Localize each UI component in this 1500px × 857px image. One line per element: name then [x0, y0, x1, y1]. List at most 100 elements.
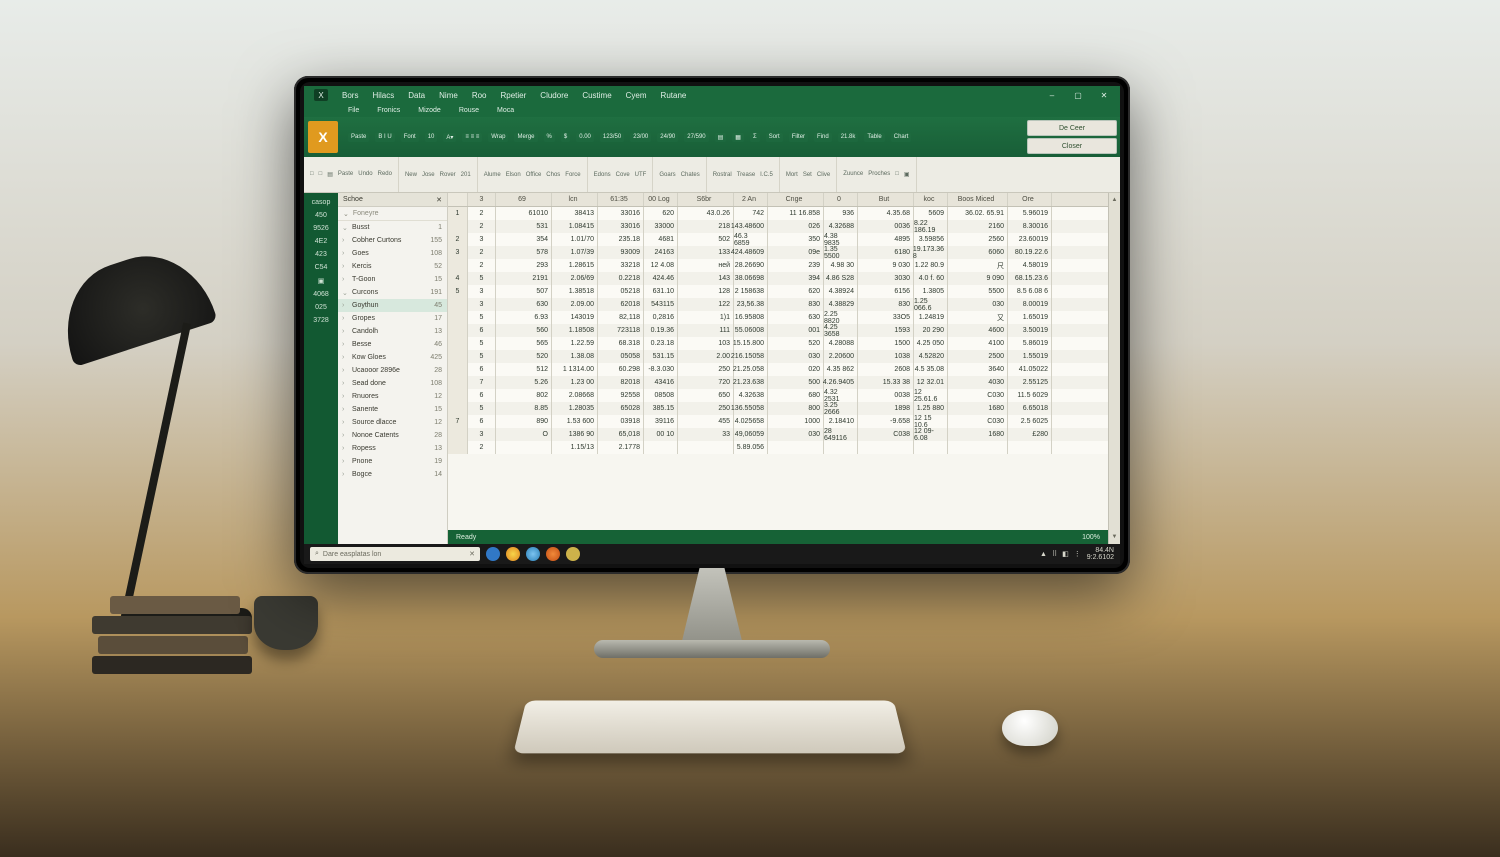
cell[interactable]: 11.5 6029: [1008, 389, 1052, 402]
ribbon-command[interactable]: Jose: [422, 172, 435, 178]
row-number[interactable]: 5: [448, 285, 468, 298]
cell[interactable]: 2.06/69: [552, 272, 598, 285]
ribbon-command[interactable]: I.C.5: [760, 172, 773, 178]
nav-item[interactable]: Sead done108: [338, 377, 447, 390]
cell[interactable]: 2: [468, 207, 496, 220]
cell[interactable]: 5: [468, 311, 496, 324]
titlebar-tab[interactable]: Hilacs: [372, 91, 394, 100]
maximize-button[interactable]: ▢: [1072, 89, 1084, 101]
cell[interactable]: 05218: [598, 285, 644, 298]
cell[interactable]: 2.18410: [824, 415, 858, 428]
cell[interactable]: 19.173.36 8: [914, 246, 948, 259]
cell[interactable]: 28.26690: [734, 259, 768, 272]
table-row[interactable]: 535071.3851805218631.101282 1586386204.3…: [448, 285, 1108, 298]
ribbon-command[interactable]: Merge: [514, 133, 537, 142]
nav-item[interactable]: Bogce14: [338, 468, 447, 481]
cell[interactable]: 16.95808: [734, 311, 768, 324]
cell[interactable]: -9.658: [858, 415, 914, 428]
titlebar-tab[interactable]: Rutane: [661, 91, 687, 100]
row-number[interactable]: 4: [448, 272, 468, 285]
table-row[interactable]: 55651.22.5968.3180.23.1810315.15.8005204…: [448, 337, 1108, 350]
ribbon-command[interactable]: Rover: [440, 172, 456, 178]
cell[interactable]: 5: [468, 272, 496, 285]
cell[interactable]: 2: [468, 259, 496, 272]
cell[interactable]: 520: [496, 350, 552, 363]
cell[interactable]: 21.25.058: [734, 363, 768, 376]
table-row[interactable]: 768901.53 60003918391164554.02565810002.…: [448, 415, 1108, 428]
cell[interactable]: 143019: [552, 311, 598, 324]
cell[interactable]: 24163: [644, 246, 678, 259]
cell[interactable]: 026: [768, 220, 824, 233]
cell[interactable]: 3: [468, 428, 496, 441]
ribbon-command[interactable]: Office: [526, 172, 542, 178]
taskbar-search[interactable]: ⌕ Dare easplatas lon ✕: [310, 547, 480, 561]
cell[interactable]: 2.25 8820: [824, 311, 858, 324]
cell[interactable]: 55.06008: [734, 324, 768, 337]
cell[interactable]: 4600: [948, 324, 1008, 337]
close-button[interactable]: ✕: [1098, 89, 1110, 101]
ribbon-command[interactable]: 201: [461, 172, 471, 178]
cell[interactable]: 28 649116: [824, 428, 858, 441]
nav-item[interactable]: T-Goon15: [338, 273, 447, 286]
cell[interactable]: 4895: [858, 233, 914, 246]
left-rail-item[interactable]: ▣: [318, 277, 325, 285]
cell[interactable]: 09e: [768, 246, 824, 259]
ribbon-tab[interactable]: Mizode: [418, 107, 441, 114]
cell[interactable]: 8.22 186.19: [914, 220, 948, 233]
cell[interactable]: 39116: [644, 415, 678, 428]
cell[interactable]: 4.25 3658: [824, 324, 858, 337]
table-row[interactable]: 25311.084153301633000218143.486000264.32…: [448, 220, 1108, 233]
cell[interactable]: 520: [768, 337, 824, 350]
taskbar-clock[interactable]: 84.4N 9:2.6102: [1087, 547, 1114, 561]
cell[interactable]: 46.3 6859: [734, 233, 768, 246]
cell[interactable]: 49,06059: [734, 428, 768, 441]
cell[interactable]: 23,56.38: [734, 298, 768, 311]
cell[interactable]: 2: [468, 441, 496, 454]
cell[interactable]: 08508: [644, 389, 678, 402]
cell[interactable]: 15.15.800: [734, 337, 768, 350]
cell[interactable]: 030: [768, 350, 824, 363]
cell[interactable]: 尺: [948, 259, 1008, 272]
nav-item[interactable]: Rnuores12: [338, 390, 447, 403]
cell[interactable]: 0036: [858, 220, 914, 233]
left-rail-item[interactable]: 450: [315, 212, 327, 219]
ribbon-command[interactable]: 21.8k: [838, 133, 859, 142]
cell[interactable]: 2.1778: [598, 441, 644, 454]
cell[interactable]: 742: [734, 207, 768, 220]
cell[interactable]: 2: [468, 220, 496, 233]
cell[interactable]: 394: [768, 272, 824, 285]
ribbon-command[interactable]: 123/50: [600, 133, 624, 142]
cell[interactable]: O: [496, 428, 552, 441]
cell[interactable]: 5.89.056: [734, 441, 768, 454]
cell[interactable]: 385.15: [644, 402, 678, 415]
cell[interactable]: 12 25.61.6: [914, 389, 948, 402]
ribbon-command[interactable]: ▣: [904, 171, 910, 178]
cell[interactable]: 936: [824, 207, 858, 220]
cell[interactable]: 030: [948, 298, 1008, 311]
cell[interactable]: 20 290: [914, 324, 948, 337]
column-header[interactable]: S6br: [678, 193, 734, 206]
cell[interactable]: 12 32.01: [914, 376, 948, 389]
cell[interactable]: 4.32688: [824, 220, 858, 233]
cell[interactable]: 11 16.858: [768, 207, 824, 220]
cell[interactable]: 1680: [948, 428, 1008, 441]
cell[interactable]: 720: [678, 376, 734, 389]
titlebar-tab[interactable]: Data: [408, 91, 425, 100]
ribbon-command[interactable]: Redo: [378, 171, 392, 178]
row-number[interactable]: 2: [448, 233, 468, 246]
ribbon-command[interactable]: Set: [803, 172, 812, 178]
cell[interactable]: 1.07/39: [552, 246, 598, 259]
row-number[interactable]: [448, 376, 468, 389]
table-row[interactable]: 58.851.2803565028385.15250136.550588003.…: [448, 402, 1108, 415]
row-number[interactable]: [448, 220, 468, 233]
ribbon-command[interactable]: Filter: [789, 133, 808, 142]
ribbon-command[interactable]: Table: [864, 133, 884, 142]
cell[interactable]: 2.20600: [824, 350, 858, 363]
cell[interactable]: 512: [496, 363, 552, 376]
ribbon-command[interactable]: Font: [401, 133, 419, 142]
tray-icon[interactable]: ⋮: [1074, 550, 1081, 558]
ribbon-command[interactable]: A▾: [443, 133, 456, 142]
cell[interactable]: 128: [678, 285, 734, 298]
cell[interactable]: 6.65018: [1008, 402, 1052, 415]
cell[interactable]: 620: [768, 285, 824, 298]
